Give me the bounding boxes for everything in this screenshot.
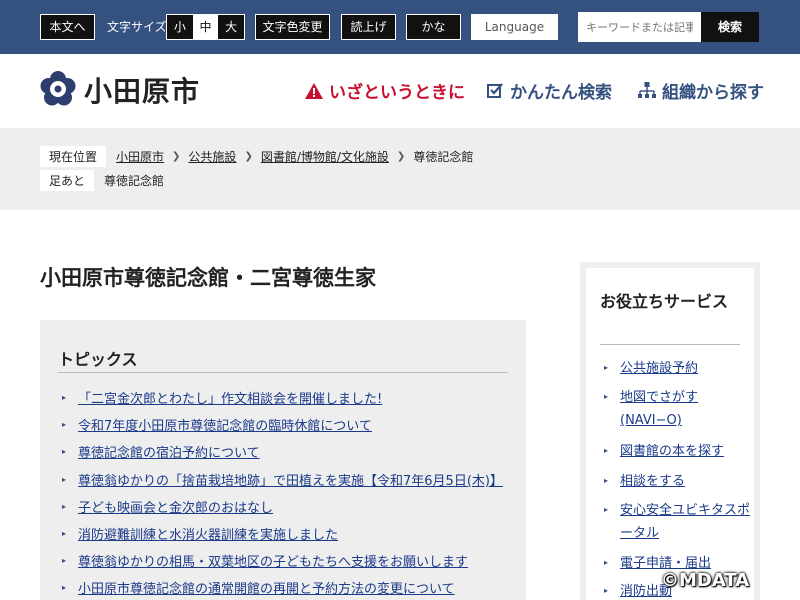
bullet-arrow-icon: ▸ [604,446,609,455]
sidebar-panel: お役立ちサービス ▸ 公共施設予約 ▸ 地図でさがす(NAVI−O) ▸ 図書館の本を… [586,268,754,600]
list-item: ▸ 子ども映画会と金次郎のおはなし [62,497,273,516]
bullet-arrow-icon: ▸ [62,556,67,565]
bullet-arrow-icon: ▸ [62,475,67,484]
org-search-link[interactable]: 組織から探す [638,78,764,103]
sidebar: お役立ちサービス ▸ 公共施設予約 ▸ 地図でさがす(NAVI−O) ▸ 図書館の本を… [580,262,760,600]
site-header: 小田原市 いざというときに かんたん検索 組織から探す [0,54,800,128]
topic-link[interactable]: 尊徳翁ゆかりの「捨苗栽培地跡」で田植えを実施【令和7年6月5日(木)】 [78,470,503,489]
divider [600,344,740,345]
page-title: 小田原市尊徳記念館・二宮尊徳生家 [40,266,376,290]
bullet-arrow-icon: ▸ [62,583,67,592]
topics-heading: トピックス [58,350,138,369]
sidebar-item: ▸ 図書館の本を探す [604,440,752,463]
breadcrumb-link-culture[interactable]: 図書館/博物館/文化施設 [261,148,389,165]
chevron-right-icon: ❯ [172,151,181,162]
search-input[interactable] [578,12,701,42]
sidebar-item: ▸ 公共施設予約 [604,357,752,380]
topic-link[interactable]: 小田原市尊徳記念館の通常開館の再開と予約方法の変更について [78,578,455,597]
breadcrumb-area: 現在位置 小田原市 ❯ 公共施設 ❯ 図書館/博物館/文化施設 ❯ 尊徳記念館 … [0,128,800,210]
kana-button[interactable]: かな [406,14,461,40]
divider [58,372,508,373]
color-change-button[interactable]: 文字色変更 [255,14,330,40]
easy-search-label: かんたん検索 [510,83,612,103]
bullet-arrow-icon: ▸ [62,529,67,538]
topic-link[interactable]: 尊徳翁ゆかりの相馬・双葉地区の子どもたちへ支援をお願いします [78,551,468,570]
bullet-arrow-icon: ▸ [604,392,609,401]
checkbox-icon [487,83,503,98]
breadcrumb: 現在位置 小田原市 ❯ 公共施設 ❯ 図書館/博物館/文化施設 ❯ 尊徳記念館 [40,146,473,167]
list-item: ▸ 「二宮金次郎とわたし」作文相談会を開催しました! [62,388,382,407]
list-item: ▸ 尊徳翁ゆかりの「捨苗栽培地跡」で田植えを実施【令和7年6月5日(木)】 [62,470,503,489]
bullet-arrow-icon: ▸ [62,447,67,456]
font-medium-button[interactable]: 中 [192,15,219,39]
bullet-arrow-icon: ▸ [604,558,609,567]
list-item: ▸ 尊徳記念館の宿泊予約について [62,442,260,461]
topics-section: トピックス ▸ 「二宮金次郎とわたし」作文相談会を開催しました! ▸ 令和7年度小田… [40,320,526,600]
org-chart-icon [638,82,656,98]
font-size-label: 文字サイズ [107,20,167,34]
topic-link[interactable]: 子ども映画会と金次郎のおはなし [78,497,273,516]
sidebar-item: ▸ 相談をする [604,470,752,493]
sidebar-item: ▸ 安心安全ユビキタスポータル [604,499,752,545]
warning-icon [305,82,323,99]
bullet-arrow-icon: ▸ [604,505,609,514]
history-label: 足あと [40,170,95,191]
history-trail: 足あと 尊徳記念館 [40,170,164,191]
site-logo-text[interactable]: 小田原市 [84,70,200,110]
list-item: ▸ 尊徳翁ゆかりの相馬・双葉地区の子どもたちへ支援をお願いします [62,551,468,570]
bullet-arrow-icon: ▸ [62,502,67,511]
city-emblem-icon[interactable] [40,71,76,107]
bullet-arrow-icon: ▸ [604,586,609,595]
bullet-arrow-icon: ▸ [62,393,67,402]
topic-link[interactable]: 尊徳記念館の宿泊予約について [78,442,260,461]
sidebar-item: ▸ 地図でさがす(NAVI−O) [604,386,752,432]
breadcrumb-link-facilities[interactable]: 公共施設 [188,148,236,165]
font-size-selector: 小 中 大 [166,14,245,40]
bullet-arrow-icon: ▸ [604,363,609,372]
breadcrumb-link-home[interactable]: 小田原市 [116,148,164,165]
chevron-right-icon: ❯ [396,151,406,162]
sidebar-link-consult[interactable]: 相談をする [620,470,685,493]
sidebar-link-facility-booking[interactable]: 公共施設予約 [620,357,698,380]
emergency-label: いざというときに [329,83,465,103]
sidebar-heading: お役立ちサービス [600,292,729,311]
emergency-link[interactable]: いざというときに [305,78,465,103]
topic-link[interactable]: 「二宮金次郎とわたし」作文相談会を開催しました! [78,388,382,407]
bullet-arrow-icon: ▸ [62,420,67,429]
copyright-watermark: ©MDATA [661,570,750,591]
bullet-arrow-icon: ▸ [604,476,609,485]
skip-to-content-button[interactable]: 本文へ [40,14,95,40]
current-location-label: 現在位置 [40,146,107,167]
font-small-button[interactable]: 小 [167,15,193,39]
list-item: ▸ 小田原市尊徳記念館の通常開館の再開と予約方法の変更について [62,578,455,597]
easy-search-link[interactable]: かんたん検索 [487,78,612,103]
list-item: ▸ 消防避難訓練と水消火器訓練を実施しました [62,524,338,543]
sidebar-link-library[interactable]: 図書館の本を探す [620,440,724,463]
topic-link[interactable]: 令和7年度小田原市尊徳記念館の臨時休館について [78,415,372,434]
breadcrumb-current: 尊徳記念館 [413,150,474,164]
read-aloud-button[interactable]: 読上げ [341,14,396,40]
search-button[interactable]: 検索 [701,12,759,42]
history-item: 尊徳記念館 [104,174,165,188]
sidebar-link-map[interactable]: 地図でさがす(NAVI−O) [620,386,752,432]
font-large-button[interactable]: 大 [218,15,245,39]
chevron-right-icon: ❯ [244,151,253,162]
sidebar-link-safety-portal[interactable]: 安心安全ユビキタスポータル [620,499,752,545]
list-item: ▸ 令和7年度小田原市尊徳記念館の臨時休館について [62,415,372,434]
org-search-label: 組織から探す [662,83,764,103]
utility-bar: 本文へ 文字サイズ 小 中 大 文字色変更 読上げ かな Language 検索 [0,0,800,54]
language-button[interactable]: Language [471,14,558,40]
topic-link[interactable]: 消防避難訓練と水消火器訓練を実施しました [78,524,338,543]
